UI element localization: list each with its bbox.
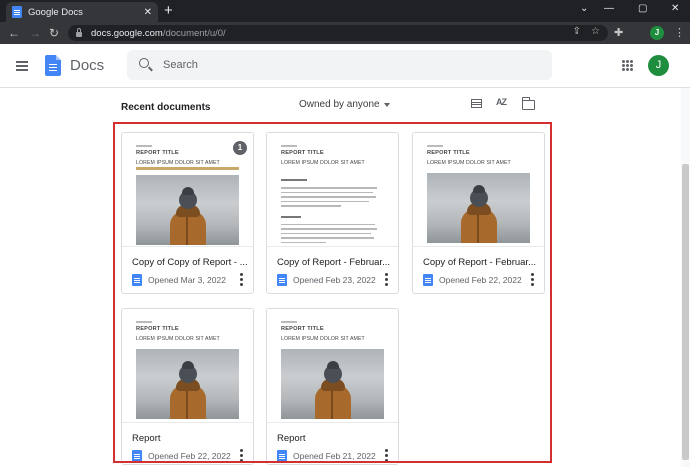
search-input[interactable] xyxy=(163,57,533,73)
tab-search-icon[interactable]: ⌄ xyxy=(580,3,588,14)
tab-title: Google Docs xyxy=(28,6,83,18)
extensions-puzzle-icon[interactable]: ✚ xyxy=(614,25,623,41)
browser-tab-strip: Google Docs ✕ + ⌄ — ▢ ✕ xyxy=(0,0,690,22)
chevron-down-icon xyxy=(383,102,390,107)
url-host: docs.google.com xyxy=(91,27,163,39)
maximize-button[interactable]: ▢ xyxy=(638,3,647,14)
url-path: /document/u/0/ xyxy=(162,27,226,39)
owner-filter-dropdown[interactable]: Owned by anyone xyxy=(299,99,390,110)
google-apps-icon[interactable] xyxy=(622,60,633,71)
main-menu-icon[interactable] xyxy=(16,61,28,71)
bookmark-star-icon[interactable]: ☆ xyxy=(591,26,600,37)
forward-icon[interactable]: → xyxy=(29,25,41,41)
close-window-button[interactable]: ✕ xyxy=(671,3,679,14)
browser-toolbar: ← → ↻ docs.google.com /document/u/0/ ⇪ ☆… xyxy=(0,22,690,44)
search-bar[interactable] xyxy=(127,50,552,80)
new-tab-button[interactable]: + xyxy=(164,3,173,19)
browser-menu-icon[interactable]: ⋮ xyxy=(674,25,685,41)
list-view-icon[interactable] xyxy=(471,99,482,108)
docs-favicon-icon xyxy=(12,6,22,18)
share-icon[interactable]: ⇪ xyxy=(573,26,581,37)
account-avatar[interactable]: J xyxy=(648,55,669,76)
reload-icon[interactable]: ↻ xyxy=(49,25,59,41)
search-icon[interactable] xyxy=(139,58,149,68)
recent-documents-heading: Recent documents xyxy=(121,102,211,113)
lock-icon xyxy=(76,28,82,37)
browser-profile-avatar[interactable]: J xyxy=(650,26,664,40)
highlight-box xyxy=(113,122,552,463)
tab-close-icon[interactable]: ✕ xyxy=(144,7,152,18)
docs-logo-icon[interactable] xyxy=(45,55,61,76)
back-icon[interactable]: ← xyxy=(8,25,20,41)
minimize-button[interactable]: — xyxy=(604,3,614,14)
file-picker-folder-icon[interactable] xyxy=(522,97,535,110)
browser-tab[interactable]: Google Docs ✕ xyxy=(6,2,158,22)
docs-header: Docs xyxy=(0,44,690,88)
address-bar[interactable]: docs.google.com /document/u/0/ ⇪ ☆ xyxy=(68,25,608,41)
sort-options-icon[interactable]: AZ xyxy=(496,97,507,107)
owner-filter-label: Owned by anyone xyxy=(299,99,380,110)
scrollbar-thumb[interactable] xyxy=(682,164,689,460)
app-name[interactable]: Docs xyxy=(70,57,104,74)
